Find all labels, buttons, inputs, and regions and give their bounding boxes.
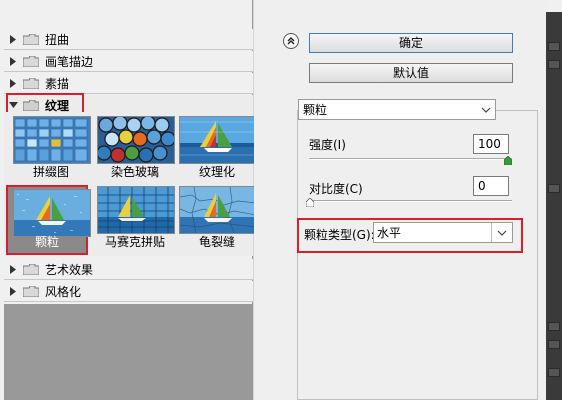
contrast-field[interactable]: 0 xyxy=(473,176,509,196)
triangle-right-icon[interactable] xyxy=(7,286,19,296)
thumb-label: 颗粒 xyxy=(34,235,59,249)
thumb-label: 龟裂缝 xyxy=(198,235,235,249)
thumb-texturizer[interactable] xyxy=(179,116,257,164)
highlight-box xyxy=(297,218,523,253)
thumb-mosaic-tiles[interactable] xyxy=(97,186,175,234)
thumb-label: 马赛克拼贴 xyxy=(104,235,165,249)
filter-select[interactable]: 颗粒 xyxy=(298,99,496,120)
texturizer-thumbnail xyxy=(179,116,257,164)
intensity-slider-track[interactable] xyxy=(309,158,512,160)
strip-button[interactable] xyxy=(548,340,560,349)
category-label: 风格化 xyxy=(45,284,82,299)
thumb-patchwork[interactable] xyxy=(13,116,91,164)
intensity-field[interactable]: 100 xyxy=(473,134,509,154)
folder-icon xyxy=(23,33,39,45)
thumb-label: 染色玻璃 xyxy=(110,165,159,179)
folder-icon xyxy=(23,77,39,89)
triangle-right-icon[interactable] xyxy=(7,264,19,274)
intensity-label: 强度(I) xyxy=(309,138,346,152)
ok-button[interactable]: 确定 xyxy=(309,33,513,53)
folder-icon xyxy=(23,263,39,275)
category-sketch[interactable]: 素描 xyxy=(4,73,253,94)
category-label: 艺术效果 xyxy=(45,262,94,277)
grain-thumbnail xyxy=(13,189,91,237)
filter-select-value: 颗粒 xyxy=(303,103,328,117)
thumb-grain[interactable] xyxy=(13,189,91,237)
chevron-down-icon xyxy=(477,107,495,113)
strip-button[interactable] xyxy=(548,368,560,377)
category-label: 扭曲 xyxy=(45,32,70,47)
category-brush-strokes[interactable]: 画笔描边 xyxy=(4,51,253,72)
triangle-right-icon[interactable] xyxy=(7,56,19,66)
contrast-slider-thumb[interactable] xyxy=(305,196,315,208)
patchwork-thumbnail xyxy=(13,116,91,164)
thumb-craquelure[interactable] xyxy=(179,186,257,234)
thumb-label: 纹理化 xyxy=(198,165,235,179)
contrast-label: 对比度(C) xyxy=(309,182,363,196)
category-distort[interactable]: 扭曲 xyxy=(4,29,253,50)
contrast-slider-track[interactable] xyxy=(309,200,512,202)
strip-button[interactable] xyxy=(548,184,560,193)
thumb-label: 拼缀图 xyxy=(32,165,69,179)
category-artistic[interactable]: 艺术效果 xyxy=(4,259,253,280)
craquelure-thumbnail xyxy=(179,186,257,234)
thumb-stained-glass[interactable] xyxy=(97,116,175,164)
empty-gallery-area xyxy=(4,304,253,400)
stained-glass-thumbnail xyxy=(97,116,175,164)
folder-icon xyxy=(23,55,39,67)
strip-button[interactable] xyxy=(548,42,560,51)
category-label: 素描 xyxy=(45,76,70,91)
triangle-right-icon[interactable] xyxy=(7,34,19,44)
panel-strip-top xyxy=(546,0,562,12)
strip-button[interactable] xyxy=(548,322,560,331)
triangle-right-icon[interactable] xyxy=(7,78,19,88)
category-stylize[interactable]: 风格化 xyxy=(4,281,253,302)
intensity-slider-thumb[interactable] xyxy=(503,154,513,166)
strip-button[interactable] xyxy=(548,60,560,69)
chevron-up-icon[interactable] xyxy=(283,33,299,49)
folder-icon xyxy=(23,285,39,297)
mosaic-tiles-thumbnail xyxy=(97,186,175,234)
default-button[interactable]: 默认值 xyxy=(309,63,513,83)
category-label: 画笔描边 xyxy=(45,54,94,69)
